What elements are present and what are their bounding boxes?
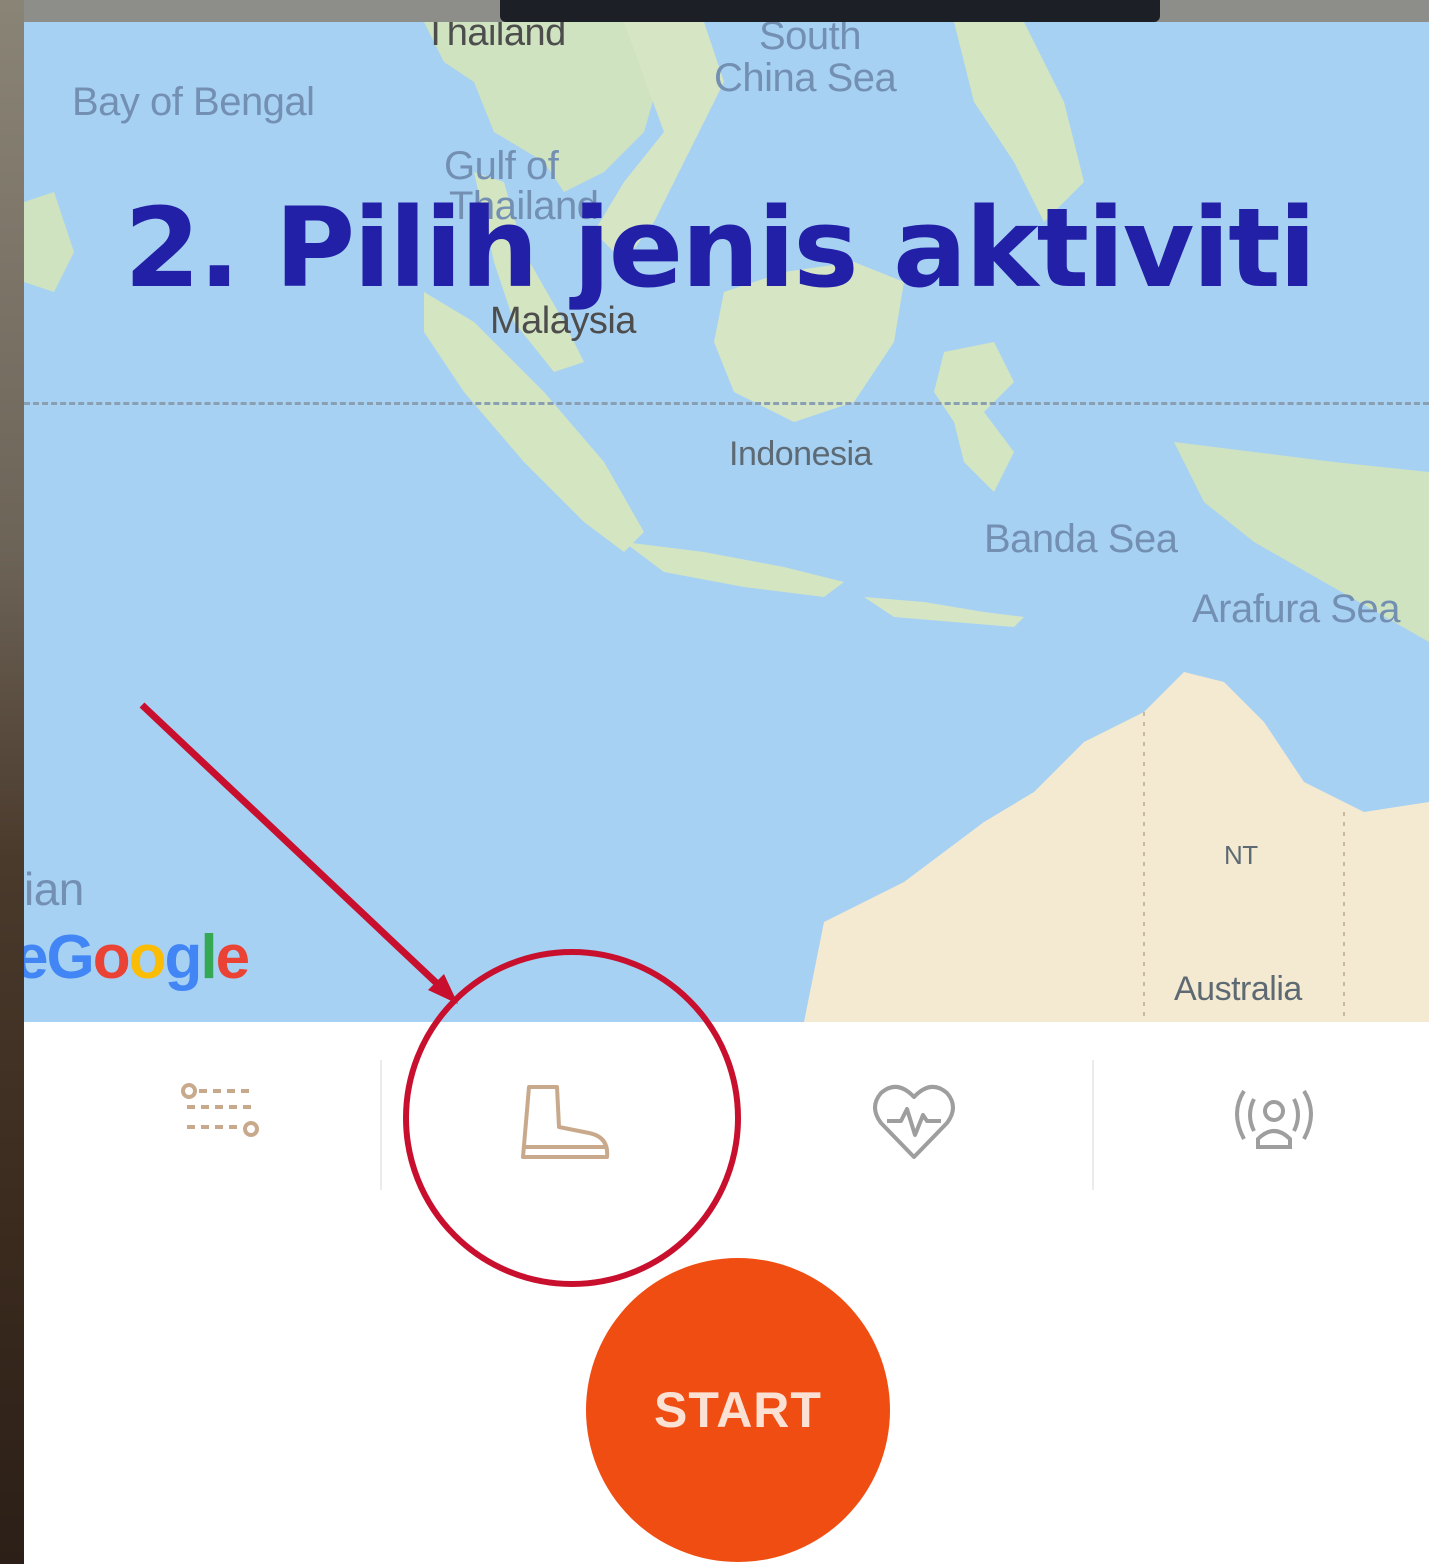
map-label-bay-of-bengal: Bay of Bengal bbox=[72, 80, 315, 124]
tab-heart-rate[interactable] bbox=[814, 1052, 1014, 1192]
tab-hiking[interactable] bbox=[464, 1052, 664, 1192]
map-label-australia: Australia bbox=[1174, 970, 1302, 1008]
beacon-icon bbox=[1235, 1089, 1313, 1149]
equator-line bbox=[24, 402, 1429, 405]
map-label-arafura-sea: Arafura Sea bbox=[1192, 587, 1400, 631]
map-label-south-china-sea: South bbox=[759, 22, 862, 58]
map-land bbox=[24, 22, 1429, 1022]
map-label-indian-ocean: ian bbox=[24, 863, 84, 915]
activity-panel: START bbox=[24, 1022, 1429, 1564]
tab-beacon[interactable] bbox=[1174, 1052, 1374, 1192]
start-button[interactable]: START bbox=[586, 1258, 890, 1562]
tab-divider bbox=[380, 1060, 382, 1190]
map-label-china-sea: China Sea bbox=[714, 56, 897, 100]
app-screen: Thailand South China Sea Bay of Bengal G… bbox=[24, 22, 1429, 1564]
hiking-boot-icon bbox=[521, 1085, 610, 1159]
tutorial-headline: 2. Pilih jenis aktiviti bbox=[124, 184, 1316, 312]
background-edge bbox=[0, 0, 24, 1564]
heart-rate-icon bbox=[873, 1085, 955, 1159]
tab-divider bbox=[1092, 1060, 1094, 1190]
map-view[interactable]: Thailand South China Sea Bay of Bengal G… bbox=[24, 22, 1429, 1022]
map-label-banda-sea: Banda Sea bbox=[984, 517, 1178, 561]
google-attribution: eGoogle bbox=[24, 923, 250, 992]
route-icon bbox=[181, 1083, 259, 1137]
map-label-indonesia: Indonesia bbox=[729, 435, 872, 473]
map-label-nt: NT bbox=[1224, 840, 1258, 870]
map-label-thailand: Thailand bbox=[424, 22, 566, 54]
tab-route[interactable] bbox=[119, 1052, 319, 1192]
phone-notch bbox=[500, 0, 1160, 22]
map-label-gulf-of: Gulf of bbox=[444, 144, 559, 188]
